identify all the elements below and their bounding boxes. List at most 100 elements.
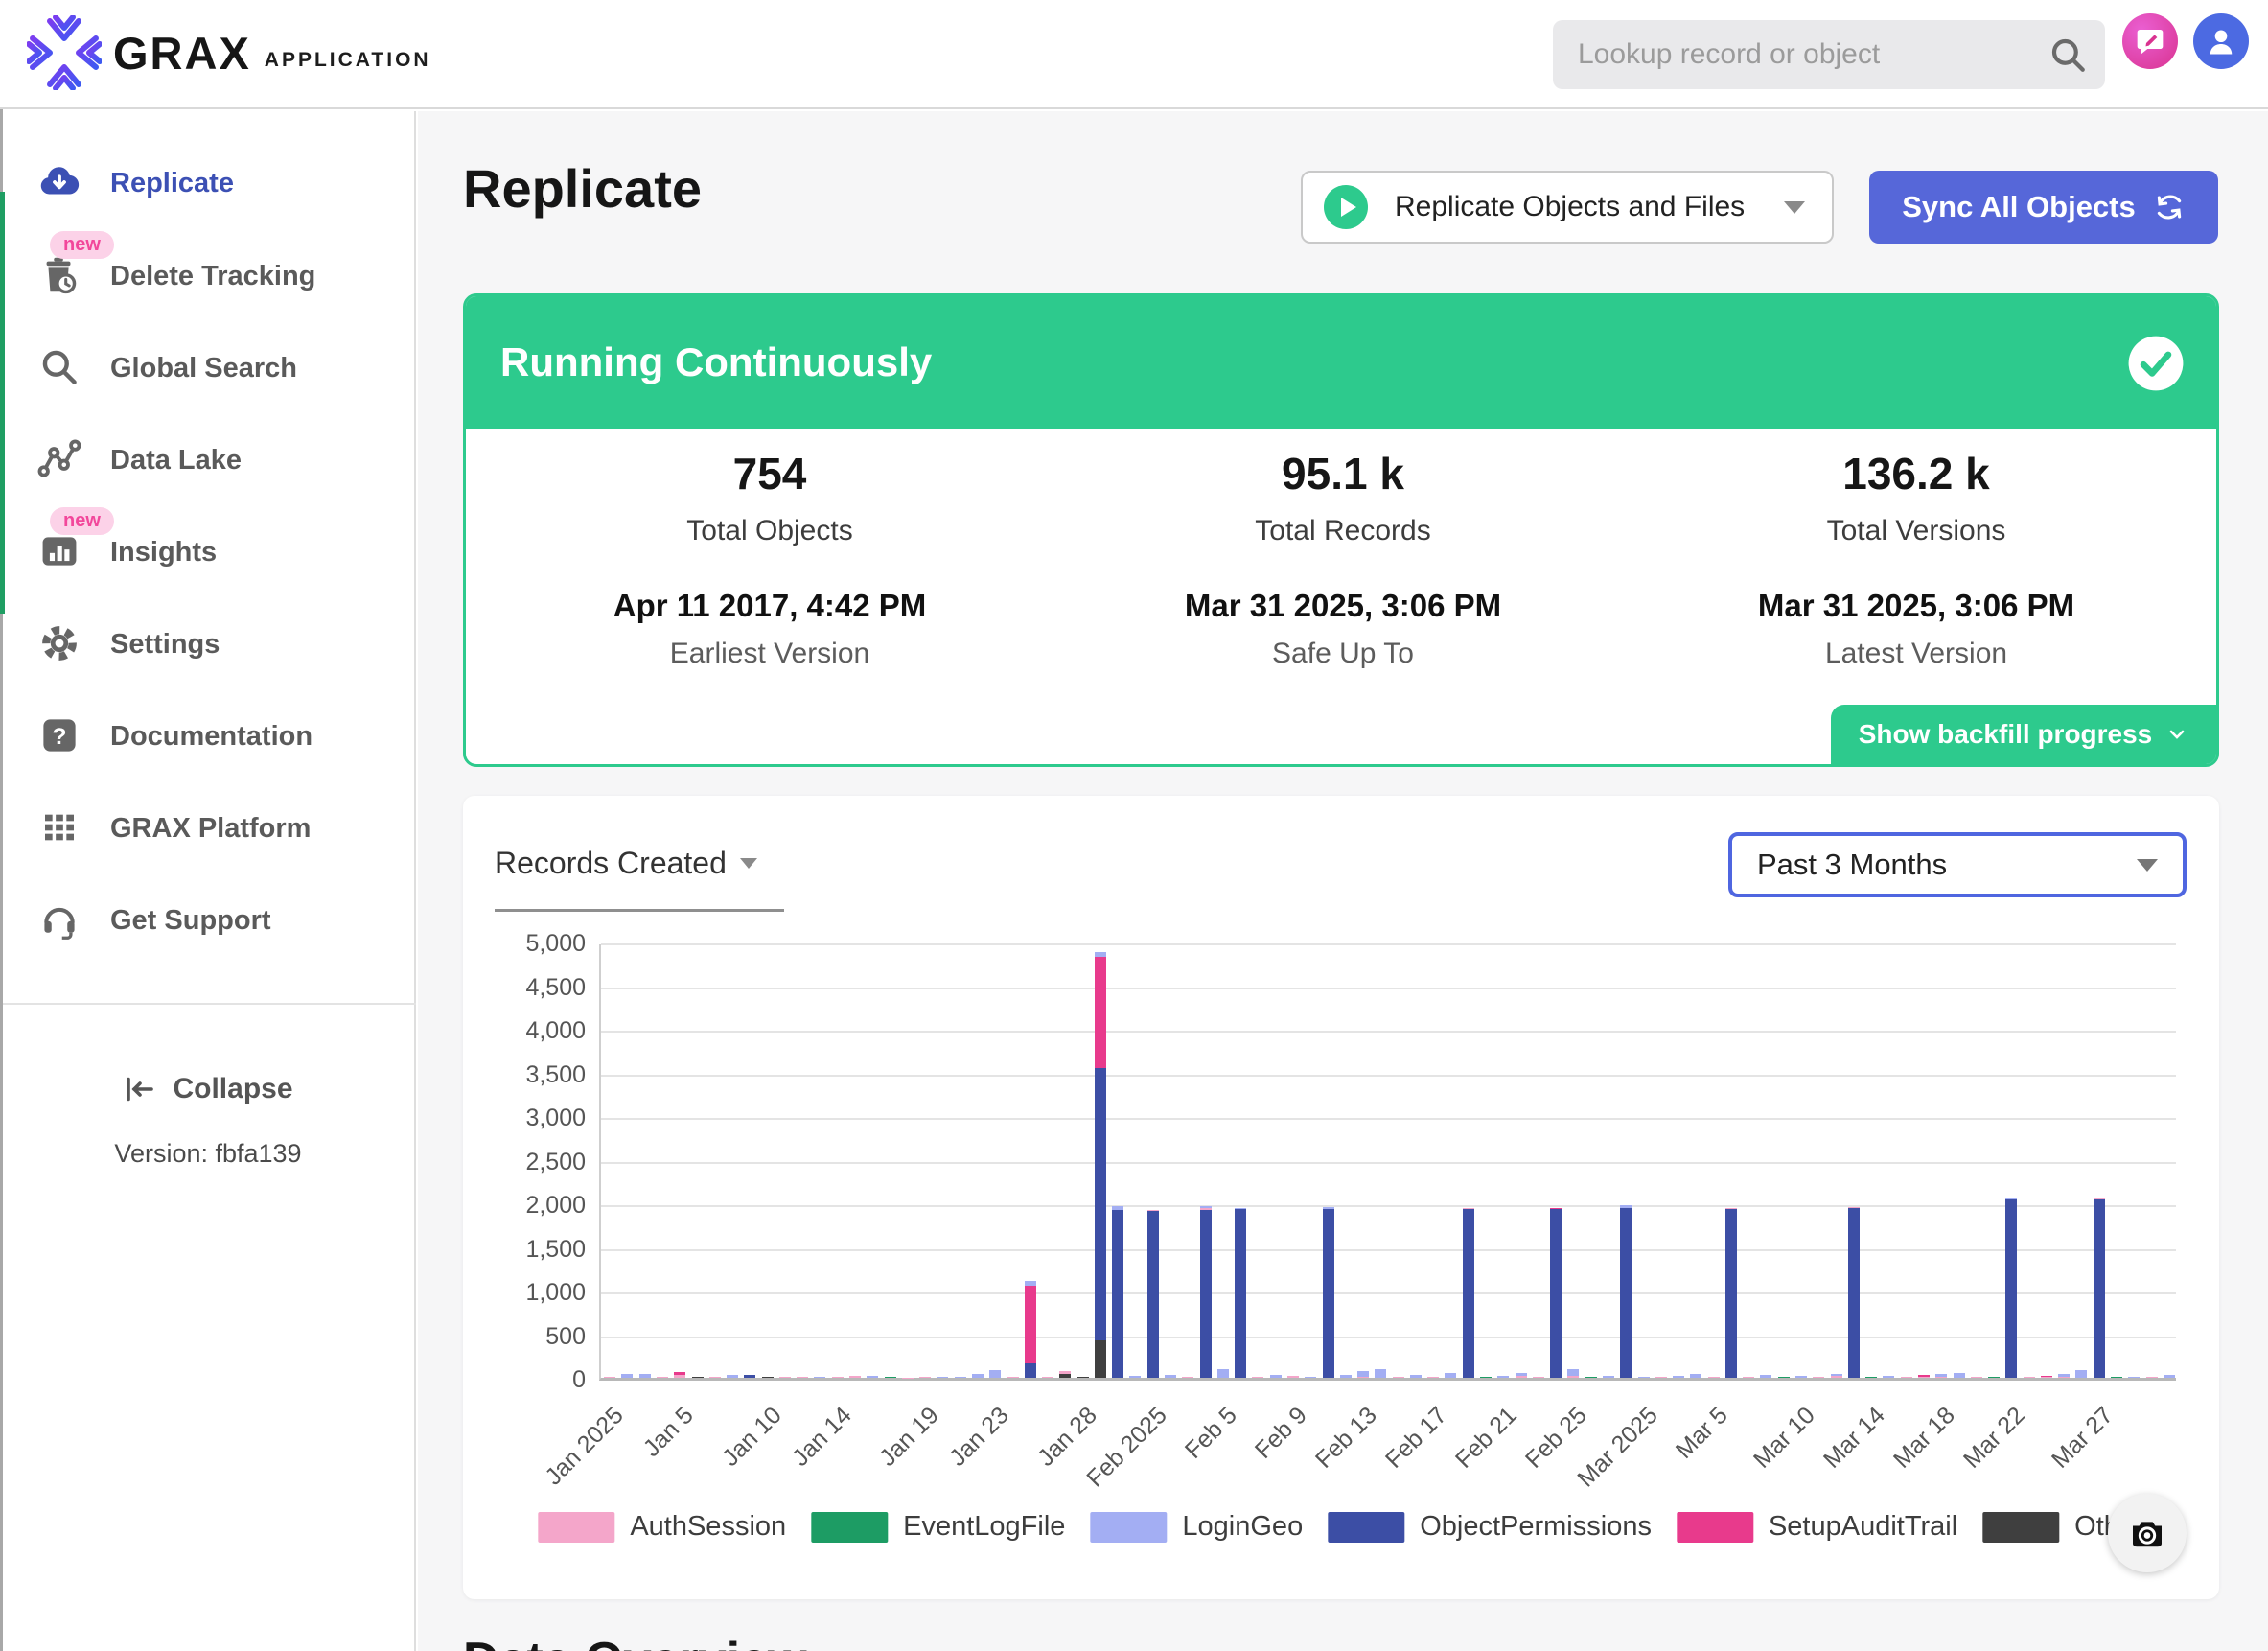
- user-avatar[interactable]: [2193, 13, 2249, 69]
- main-content: Replicate Replicate Objects and Files Sy…: [418, 111, 2268, 1651]
- feedback-button[interactable]: [2122, 13, 2178, 69]
- sidebar-item-delete-tracking[interactable]: new Delete Tracking: [0, 244, 414, 308]
- sidebar-item-label: Settings: [110, 613, 220, 676]
- svg-text:?: ?: [53, 724, 67, 750]
- sidebar-item-insights[interactable]: new Insights: [0, 521, 414, 584]
- bar-segment-logingeo: [1567, 1369, 1579, 1376]
- sidebar-item-get-support[interactable]: Get Support: [0, 889, 414, 952]
- bar-segment-authsession: [797, 1377, 808, 1378]
- search-icon: [2048, 35, 2088, 80]
- bar-segment-logingeo: [1305, 1377, 1316, 1378]
- bar-feb-5: [1217, 1369, 1229, 1378]
- gear-icon: [36, 620, 82, 666]
- sidebar-item-label: Global Search: [110, 337, 297, 400]
- legend-swatch: [1677, 1512, 1753, 1543]
- global-lookup: [1553, 20, 2105, 89]
- bar-mar-30: [2146, 1377, 2158, 1378]
- bar-mar-28: [2111, 1377, 2122, 1378]
- stat-total-objects: 754 Total Objects Apr 11 2017, 4:42 PM E…: [568, 448, 971, 670]
- bar-mar-3: [1673, 1376, 1684, 1378]
- bar-segment-other: [692, 1377, 704, 1378]
- sidebar-item-grax-platform[interactable]: GRAX Platform: [0, 797, 414, 860]
- bar-mar-22: [2005, 1198, 2017, 1378]
- bar-mar-2: [1655, 1377, 1667, 1378]
- bar-segment-other: [1095, 1340, 1106, 1378]
- mode-dropdown-value: Replicate Objects and Files: [1395, 191, 1745, 223]
- sidebar-item-global-search[interactable]: Global Search: [0, 337, 414, 400]
- play-icon: [1324, 185, 1368, 229]
- bar-segment-eventlogfile: [1778, 1377, 1790, 1378]
- bar-jan-30: [1112, 1206, 1123, 1378]
- stat-date-label: Latest Version: [1715, 638, 2118, 670]
- bar-jan-8: [727, 1375, 738, 1378]
- bar-mar-16: [1901, 1377, 1912, 1378]
- sidebar-item-documentation[interactable]: ? Documentation: [0, 705, 414, 768]
- bar-segment-authsession: [832, 1377, 844, 1378]
- bar-mar-27: [2094, 1198, 2105, 1378]
- bar-segment-logingeo: [1638, 1377, 1650, 1378]
- new-badge: new: [50, 507, 114, 535]
- bar-jan-11: [779, 1377, 791, 1378]
- bar-segment-authsession: [1901, 1377, 1912, 1378]
- bar-segment-authsession: [1708, 1377, 1720, 1378]
- bar-segment-logingeo: [1445, 1373, 1456, 1378]
- bar-jan-12: [797, 1377, 808, 1378]
- bar-segment-objectpermissions: [1620, 1208, 1632, 1378]
- bar-segment-logingeo: [1375, 1369, 1386, 1378]
- legend-swatch: [811, 1512, 888, 1543]
- bar-mar-20: [1971, 1377, 1982, 1378]
- bar-feb-24: [1550, 1208, 1562, 1378]
- sidebar-item-replicate[interactable]: Replicate: [0, 151, 414, 215]
- bar-mar-11: [1813, 1377, 1824, 1378]
- y-axis-tick-label: 3,500: [480, 1061, 586, 1089]
- bar-segment-logingeo: [2164, 1375, 2175, 1378]
- grid-icon: [36, 804, 82, 850]
- lookup-input[interactable]: [1553, 20, 2105, 89]
- stat-value: 136.2 k: [1715, 448, 2118, 500]
- bar-segment-logingeo: [937, 1377, 948, 1378]
- bar-segment-logingeo: [1673, 1376, 1684, 1378]
- bar-segment-logingeo: [1690, 1374, 1701, 1378]
- bar-segment-objectpermissions: [1095, 1068, 1106, 1340]
- bar-segment-authsession: [1427, 1377, 1439, 1378]
- legend-swatch: [1090, 1512, 1167, 1543]
- metric-underline: [495, 909, 784, 912]
- bar-feb-11: [1323, 1207, 1334, 1378]
- gridline: [601, 1118, 2176, 1120]
- bar-segment-eventlogfile: [1988, 1377, 2000, 1378]
- bar-segment-authsession: [1252, 1377, 1263, 1378]
- date-range-select[interactable]: Past 3 Months: [1728, 832, 2187, 897]
- sidebar-item-label: Get Support: [110, 889, 271, 952]
- chevron-down-icon: [1784, 201, 1805, 214]
- bar-mar-8: [1760, 1375, 1771, 1378]
- bar-mar-29: [2128, 1377, 2140, 1378]
- bar-segment-logingeo: [814, 1377, 825, 1378]
- gridline: [601, 1249, 2176, 1251]
- bar-segment-eventlogfile: [1480, 1377, 1492, 1378]
- bar-segment-logingeo: [727, 1375, 738, 1378]
- metric-selector-dropdown[interactable]: Records Created: [495, 846, 757, 881]
- sidebar-item-label: GRAX Platform: [110, 797, 311, 860]
- bar-feb-22: [1516, 1373, 1527, 1378]
- bar-segment-authsession: [779, 1377, 791, 1378]
- bar-jan-15: [849, 1376, 861, 1378]
- bar-mar-12: [1831, 1374, 1842, 1378]
- sidebar-item-settings[interactable]: Settings: [0, 613, 414, 676]
- bar-jan-7: [709, 1377, 721, 1378]
- bar-jan-6: [692, 1377, 704, 1378]
- chart-screenshot-button[interactable]: [2108, 1494, 2187, 1572]
- replicate-mode-dropdown[interactable]: Replicate Objects and Files: [1301, 171, 1834, 244]
- bar-mar-24: [2041, 1376, 2052, 1378]
- sidebar-item-data-lake[interactable]: Data Lake: [0, 429, 414, 492]
- bar-feb-12: [1340, 1375, 1352, 1378]
- bar-jan-31: [1129, 1376, 1141, 1378]
- bar-mar-23: [2024, 1377, 2035, 1378]
- bar-segment-authsession: [1516, 1376, 1527, 1378]
- bar-mar-7: [1743, 1377, 1754, 1378]
- sync-all-objects-button[interactable]: Sync All Objects: [1869, 171, 2218, 244]
- collapse-sidebar-button[interactable]: Collapse: [0, 1072, 416, 1106]
- show-backfill-progress-button[interactable]: Show backfill progress: [1831, 705, 2216, 764]
- bar-jan-26: [1042, 1377, 1053, 1378]
- legend-label: EventLogFile: [903, 1511, 1065, 1543]
- sidebar-item-label: Documentation: [110, 705, 312, 768]
